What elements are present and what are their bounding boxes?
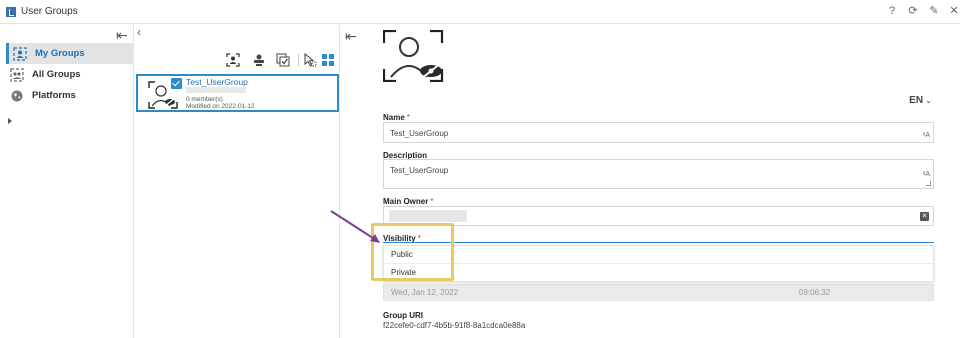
sidebar-item-my-groups[interactable]: My Groups — [6, 43, 134, 64]
visibility-option-public[interactable]: Public — [384, 246, 933, 264]
clear-icon[interactable]: ✕ — [920, 212, 929, 221]
modified-date: Modified on 2022-01-12 — [186, 103, 255, 110]
translate-icon[interactable]: ᵃA — [923, 132, 930, 139]
visibility-dropdown: Public Private — [383, 245, 934, 282]
modified-date-field: Wed, Jan 12, 2022 09:06:32 — [383, 284, 934, 301]
help-button[interactable]: ? — [885, 4, 899, 18]
group-members-icon[interactable] — [252, 53, 266, 67]
redacted-text — [186, 87, 246, 93]
name-value: Test_UserGroup — [390, 129, 449, 138]
collapse-sidebar-icon[interactable]: ⇤ — [116, 28, 128, 42]
redacted-owner — [389, 210, 467, 222]
resize-handle[interactable] — [926, 181, 931, 186]
sidebar-item-label: Platforms — [32, 90, 76, 101]
add-group-icon[interactable] — [226, 53, 240, 67]
app-logo-icon — [6, 7, 16, 17]
window-title: User Groups — [21, 6, 78, 17]
group-card[interactable]: Test_UserGroup 0 member(s) Modified on 2… — [136, 74, 339, 112]
toolbar-divider — [298, 54, 299, 66]
grid-view-icon[interactable] — [321, 53, 335, 67]
time-value: 09:06:32 — [799, 288, 831, 297]
name-field[interactable]: Test_UserGroup ᵃA — [383, 122, 934, 143]
owner-label: Main Owner * — [383, 197, 434, 206]
language-value: EN — [909, 95, 924, 106]
member-count: 0 member(s) — [186, 96, 223, 103]
sidebar-item-platforms[interactable]: Platforms — [6, 85, 134, 106]
sidebar: ⇤ My Groups All Groups Platforms — [0, 25, 134, 338]
group-name: Test_UserGroup — [186, 77, 248, 87]
uri-value: f22cefe0-cdf7-4b5b-91f8-8a1cdca0e88a — [383, 321, 526, 330]
close-button[interactable]: ✕ — [947, 4, 960, 18]
group-detail-panel: ⇤ EN ⌄ Name * Test_UserGroup ᵃA Descripti… — [341, 25, 960, 338]
all-groups-icon — [10, 67, 24, 82]
group-large-avatar-icon — [382, 29, 445, 83]
chevron-left-icon[interactable]: ‹ — [137, 25, 141, 39]
owner-field[interactable]: ✕ — [383, 206, 934, 226]
description-field[interactable]: Test_UserGroup ᵃA — [383, 159, 934, 189]
date-value: Wed, Jan 12, 2022 — [391, 288, 459, 297]
visibility-select[interactable] — [383, 242, 934, 243]
card-checkbox[interactable] — [171, 78, 182, 89]
uri-label: Group URI — [383, 311, 423, 320]
sidebar-item-label: All Groups — [32, 69, 81, 80]
annotation-arrow-icon — [330, 210, 380, 243]
description-value: Test_UserGroup — [390, 166, 449, 175]
refresh-button[interactable]: ⟳ — [906, 4, 920, 18]
translate-icon[interactable]: ᵃA — [923, 171, 930, 178]
title-bar: User Groups ? ⟳ ✎ ✕ — [0, 0, 960, 24]
my-groups-icon — [13, 46, 27, 61]
globe-icon — [10, 89, 24, 103]
pin-button[interactable]: ✎ — [927, 4, 941, 18]
expand-platforms-icon[interactable] — [8, 118, 12, 124]
select-pointer-icon[interactable] — [303, 52, 317, 67]
language-selector[interactable]: EN ⌄ — [909, 95, 932, 106]
sidebar-item-label: My Groups — [35, 48, 85, 59]
group-list-panel: ‹ Test_UserGroup 0 member(s) Modified on… — [135, 25, 340, 338]
name-label: Name * — [383, 113, 410, 122]
select-all-icon[interactable] — [276, 53, 290, 67]
sidebar-item-all-groups[interactable]: All Groups — [6, 64, 134, 85]
visibility-option-private[interactable]: Private — [384, 264, 933, 282]
collapse-detail-icon[interactable]: ⇤ — [345, 28, 357, 45]
